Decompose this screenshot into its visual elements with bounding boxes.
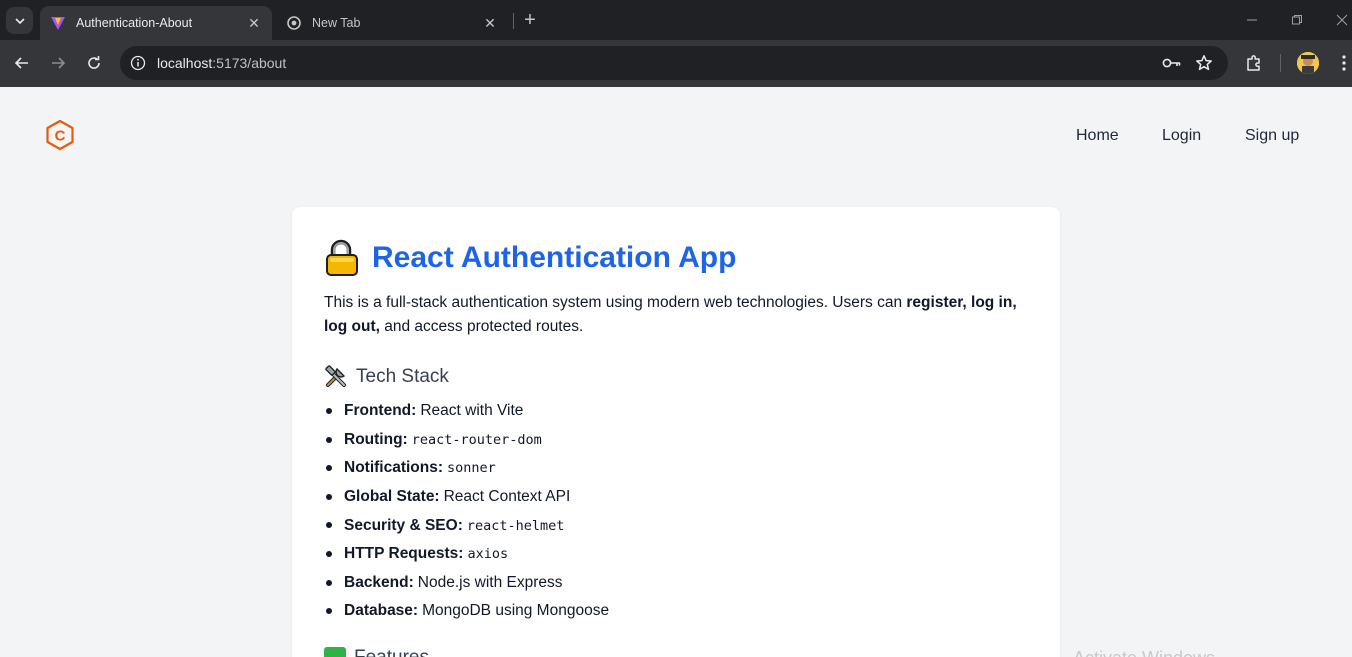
list-item: Database: MongoDB using Mongoose [324, 597, 1024, 626]
nav-login-link[interactable]: Login [1162, 127, 1201, 145]
tech-key: Backend: [344, 573, 414, 591]
page-viewport: C Home Login Sign up React Authenticatio… [0, 87, 1352, 657]
tab-divider [513, 13, 514, 29]
tech-value: React Context API [443, 488, 571, 506]
page-title-text: React Authentication App [372, 241, 737, 274]
list-item: Routing: react-router-dom [324, 426, 1024, 455]
url-host: localhost [157, 55, 213, 71]
page-title: React Authentication App [324, 239, 736, 277]
tech-key: Routing: [344, 430, 408, 448]
intro-text: This is a full-stack authentication syst… [324, 294, 907, 311]
url-text: localhost:5173/about [157, 55, 286, 71]
restore-icon[interactable] [1285, 8, 1309, 32]
new-tab-plus-icon[interactable]: + [520, 9, 540, 31]
features-heading-text: Features [354, 647, 429, 657]
tab-search-button[interactable] [6, 7, 33, 34]
tab-new-tab[interactable]: New Tab ✕ [276, 6, 508, 40]
chrome-favicon-icon [286, 15, 302, 31]
nav-signup-link[interactable]: Sign up [1245, 127, 1299, 145]
bookmark-star-icon[interactable] [1194, 53, 1214, 73]
url-path: :5173/about [212, 55, 287, 71]
windows-activation-watermark: Activate Windows [1073, 648, 1215, 657]
tech-value: react-helmet [466, 517, 565, 534]
profile-avatar[interactable] [1297, 52, 1319, 74]
list-item: HTTP Requests: axios [324, 540, 1024, 569]
reload-icon[interactable] [82, 51, 106, 75]
intro-paragraph: This is a full-stack authentication syst… [324, 291, 1024, 339]
chevron-down-icon [14, 17, 25, 24]
tools-icon [324, 365, 348, 389]
tech-value: axios [467, 546, 509, 563]
about-card: React Authentication App This is a full-… [292, 207, 1060, 657]
lock-icon [324, 239, 362, 277]
nav-home-link[interactable]: Home [1076, 127, 1119, 145]
tech-value: MongoDB using Mongoose [422, 602, 610, 620]
vite-favicon-icon [50, 15, 66, 31]
tech-value: react-router-dom [411, 431, 542, 448]
tech-stack-list: Frontend: React with Vite Routing: react-r… [324, 397, 1024, 626]
logo-letter: C [55, 128, 66, 145]
tech-key: Frontend: [344, 402, 417, 420]
list-item: Backend: Node.js with Express [324, 569, 1024, 598]
tech-key: Security & SEO: [344, 516, 463, 534]
check-mark-icon [324, 647, 346, 657]
tech-value: Node.js with Express [417, 573, 563, 591]
browser-menu-icon[interactable] [1333, 52, 1352, 74]
minimize-icon[interactable] [1240, 8, 1264, 32]
password-key-icon[interactable] [1162, 53, 1182, 73]
extensions-puzzle-icon[interactable] [1243, 52, 1265, 74]
back-arrow-icon[interactable] [10, 51, 34, 75]
list-item: Notifications: sonner [324, 454, 1024, 483]
tech-key: Global State: [344, 488, 440, 506]
close-tab-icon[interactable]: ✕ [246, 15, 262, 31]
tech-stack-heading-text: Tech Stack [356, 366, 449, 387]
tech-key: Database: [344, 602, 419, 620]
tab-title: Authentication-About [76, 16, 193, 30]
intro-text-end: and access protected routes. [379, 318, 584, 335]
site-logo-icon[interactable]: C [44, 119, 76, 151]
browser-tabstrip: Authentication-About ✕ New Tab ✕ + [0, 0, 1352, 40]
features-heading: Features [324, 647, 429, 657]
tech-key: HTTP Requests: [344, 545, 464, 563]
tech-stack-heading: Tech Stack [324, 365, 449, 389]
tech-value: sonner [447, 460, 496, 477]
browser-toolbar: localhost:5173/about [0, 40, 1352, 87]
tab-authentication-about[interactable]: Authentication-About ✕ [40, 6, 272, 40]
list-item: Security & SEO: react-helmet [324, 511, 1024, 540]
toolbar-divider [1280, 54, 1281, 72]
list-item: Frontend: React with Vite [324, 397, 1024, 426]
close-tab-icon[interactable]: ✕ [482, 15, 498, 31]
tech-value: React with Vite [420, 402, 524, 420]
list-item: Global State: React Context API [324, 483, 1024, 512]
close-window-icon[interactable] [1330, 8, 1352, 32]
address-bar[interactable]: localhost:5173/about [120, 46, 1228, 80]
tech-key: Notifications: [344, 459, 444, 477]
tab-title: New Tab [312, 16, 361, 30]
site-info-icon[interactable] [128, 53, 148, 73]
forward-arrow-icon[interactable] [46, 51, 70, 75]
